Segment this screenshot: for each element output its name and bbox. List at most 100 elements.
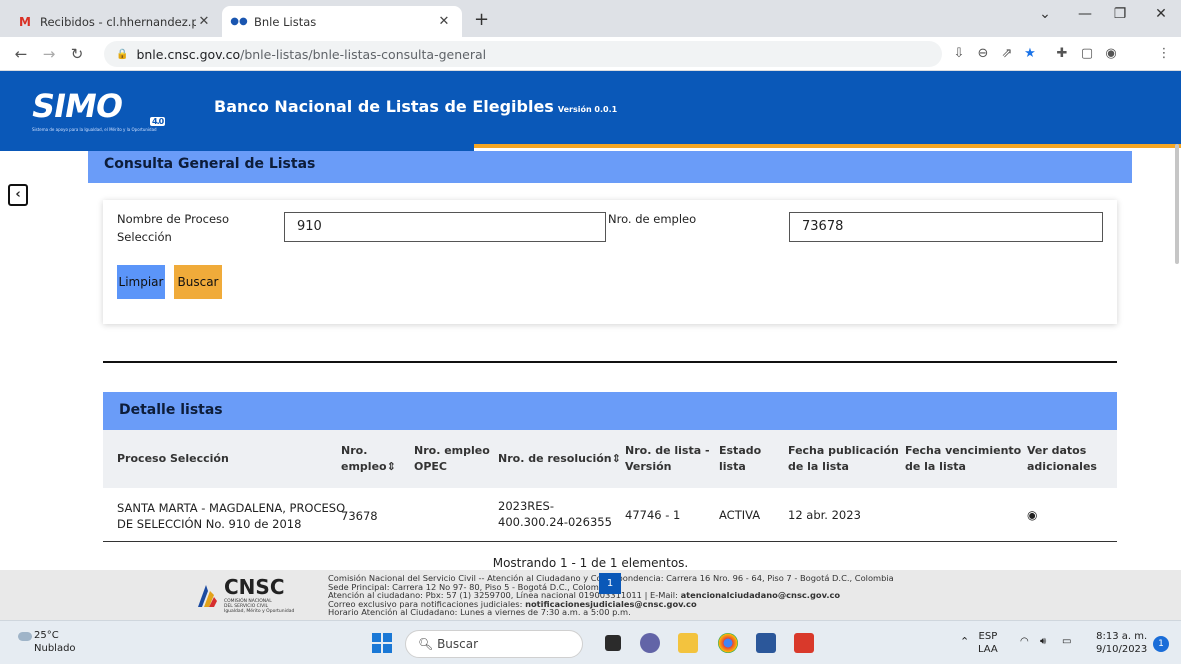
browser-tabstrip: M Recibidos - cl.hhernandez.putum ✕ ●● B… bbox=[0, 0, 1181, 37]
tab-gmail[interactable]: M Recibidos - cl.hhernandez.putum ✕ bbox=[8, 6, 222, 37]
col-estado: Estado lista bbox=[719, 444, 762, 473]
tab-title: Bnle Listas bbox=[254, 14, 317, 29]
lock-icon: 🔒 bbox=[116, 48, 129, 60]
header-stripe-blue bbox=[0, 144, 474, 151]
scrollbar[interactable] bbox=[1174, 144, 1181, 264]
section-divider bbox=[103, 361, 1117, 363]
battery-icon[interactable]: ▭ bbox=[1062, 635, 1071, 648]
url-field[interactable]: 🔒 bnle.cnsc.gov.co/bnle-listas/bnle-list… bbox=[104, 41, 942, 67]
extensions-icon[interactable]: ✚ bbox=[1053, 46, 1071, 61]
col-ver-datos: Ver datos adicionales bbox=[1027, 444, 1097, 473]
page-title-text: Banco Nacional de Listas de Elegibles bbox=[214, 97, 554, 116]
simo-logo-subtitle: Sistema de apoyo para la Igualdad, el Mé… bbox=[32, 127, 157, 132]
url-path: /bnle-listas/bnle-listas-consulta-genera… bbox=[240, 46, 487, 62]
menu-icon[interactable]: ⋮ bbox=[1155, 46, 1173, 61]
weather-temp: 25°C bbox=[34, 630, 59, 641]
wifi-icon[interactable]: ◠ bbox=[1020, 635, 1029, 648]
version-label: Versión 0.0.1 bbox=[557, 105, 618, 114]
volume-icon[interactable]: 🔊︎ bbox=[1040, 635, 1046, 648]
task-view-icon[interactable] bbox=[605, 635, 621, 651]
url-host: bnle.cnsc.gov.co bbox=[136, 46, 241, 62]
detalle-section-header: Detalle listas bbox=[103, 392, 1117, 430]
col-fecha-vencimiento: Fecha vencimiento de la lista bbox=[905, 444, 1022, 473]
reload-icon[interactable]: ↻ bbox=[68, 45, 86, 63]
cell-fecha-publicacion: 12 abr. 2023 bbox=[788, 508, 861, 522]
teams-chat-icon[interactable] bbox=[640, 633, 660, 653]
pagination-info: Mostrando 1 - 1 de 1 elementos. bbox=[492, 556, 689, 570]
address-bar: ← → ↻ 🔒 bnle.cnsc.gov.co/bnle-listas/bnl… bbox=[0, 37, 1181, 71]
language-indicator[interactable]: ESP LAA bbox=[978, 630, 998, 656]
share-icon[interactable]: ⇗ bbox=[998, 46, 1016, 61]
chevron-up-icon[interactable]: ⌃ bbox=[960, 635, 969, 648]
table-row-border bbox=[103, 541, 1117, 542]
tab-search-icon[interactable]: ⌄ bbox=[1035, 6, 1055, 22]
cnsc-logo-text: CNSC bbox=[224, 575, 285, 599]
col-proceso[interactable]: Proceso Selección bbox=[117, 451, 229, 467]
consulta-section-header: Consulta General de Listas bbox=[88, 151, 1132, 183]
page-content: SIMO 4.0 Sistema de apoyo para la Iguald… bbox=[0, 71, 1181, 570]
windows-start-icon[interactable] bbox=[372, 633, 392, 653]
back-icon[interactable]: ← bbox=[12, 45, 30, 63]
sidebar-toggle-chevron-left-icon[interactable]: ‹ bbox=[8, 184, 28, 206]
chrome-icon[interactable] bbox=[718, 633, 738, 653]
limpiar-button[interactable]: Limpiar bbox=[117, 265, 165, 299]
cell-estado: ACTIVA bbox=[719, 508, 761, 522]
cell-proceso: SANTA MARTA - MAGDALENA, PROCESO DE SELEC… bbox=[117, 501, 346, 531]
weather-desc: Nublado bbox=[34, 643, 76, 654]
new-tab-button[interactable]: + bbox=[474, 9, 489, 30]
page-title: Banco Nacional de Listas de Elegibles Ver… bbox=[214, 97, 617, 116]
cnsc-logo-subtitle: COMISIÓN NACIONAL DEL SERVICIO CIVIL Igu… bbox=[224, 599, 295, 614]
profile-avatar-icon[interactable]: ◉ bbox=[1102, 46, 1120, 61]
tab-title: Recibidos - cl.hhernandez.putum bbox=[40, 14, 196, 29]
acrobat-icon[interactable] bbox=[794, 633, 814, 653]
cnsc-logo[interactable]: CNSC COMISIÓN NACIONAL DEL SERVICIO CIVI… bbox=[194, 575, 298, 615]
site-header: SIMO 4.0 Sistema de apoyo para la Iguald… bbox=[0, 71, 1181, 144]
gmail-icon: M bbox=[19, 14, 31, 29]
zoom-icon[interactable]: ⊖ bbox=[974, 46, 992, 61]
close-icon[interactable]: ✕ bbox=[436, 14, 452, 29]
clock[interactable]: 8:13 a. m. 9/10/2023 bbox=[1096, 630, 1147, 656]
col-fecha-publicacion: Fecha publicación de la lista bbox=[788, 444, 899, 473]
cell-empleo: 73678 bbox=[341, 509, 378, 523]
detalle-title: Detalle listas bbox=[119, 402, 223, 418]
side-panel-icon[interactable]: ▢ bbox=[1078, 46, 1096, 61]
cell-lista: 47746 - 1 bbox=[625, 508, 681, 522]
buscar-button[interactable]: Buscar bbox=[174, 265, 222, 299]
cnsc-emblem-icon bbox=[198, 585, 217, 607]
search-icon: 🔍︎ bbox=[418, 637, 434, 651]
close-icon[interactable]: ✕ bbox=[196, 14, 212, 29]
eye-icon[interactable]: ◉ bbox=[1027, 507, 1037, 523]
empleo-input[interactable]: 73678 bbox=[789, 212, 1103, 242]
simo-logo-version: 4.0 bbox=[150, 117, 166, 126]
col-resolucion[interactable]: Nro. de resolución⇕ bbox=[498, 451, 621, 467]
simo-logo[interactable]: SIMO 4.0 Sistema de apoyo para la Iguald… bbox=[29, 87, 166, 132]
proceso-label: Nombre de Proceso Selección bbox=[117, 212, 230, 244]
site-footer: CNSC COMISIÓN NACIONAL DEL SERVICIO CIVI… bbox=[0, 570, 1181, 620]
simo-logo-text: SIMO bbox=[28, 87, 126, 125]
word-icon[interactable] bbox=[756, 633, 776, 653]
minimize-icon[interactable]: — bbox=[1075, 6, 1095, 22]
cloud-icon bbox=[18, 632, 32, 641]
consulta-title: Consulta General de Listas bbox=[104, 156, 316, 172]
bookmark-star-icon[interactable]: ★ bbox=[1021, 46, 1039, 61]
notification-badge[interactable]: 1 bbox=[1153, 636, 1169, 652]
file-explorer-icon[interactable] bbox=[678, 633, 698, 653]
header-stripe-orange bbox=[474, 144, 1181, 148]
windows-taskbar: 25°C Nublado 🔍︎ Buscar ⌃ ESP LAA ◠ 🔊︎ ▭ 8:… bbox=[0, 620, 1181, 664]
proceso-input[interactable]: 910 bbox=[284, 212, 606, 242]
bnle-icon: ●● bbox=[230, 16, 248, 27]
overlay-badge[interactable]: 1 bbox=[599, 573, 621, 594]
col-empleo[interactable]: Nro. empleo⇕ bbox=[341, 443, 396, 475]
close-window-icon[interactable]: ✕ bbox=[1151, 6, 1171, 22]
tab-bnle-listas[interactable]: ●● Bnle Listas ✕ bbox=[222, 6, 462, 37]
table-header: Proceso Selección Nro. empleo⇕ Nro. emple… bbox=[103, 430, 1117, 488]
col-opec: Nro. empleo OPEC bbox=[414, 444, 490, 473]
footer-line-5: Horario Atención al Ciudadano: Lunes a v… bbox=[328, 607, 631, 617]
search-form: Nombre de Proceso Selección 910 Nro. de … bbox=[103, 200, 1117, 324]
forward-icon[interactable]: → bbox=[40, 45, 58, 63]
col-lista: Nro. de lista - Versión bbox=[625, 444, 710, 473]
install-icon[interactable]: ⇩ bbox=[950, 46, 968, 61]
restore-icon[interactable]: ❐ bbox=[1110, 6, 1130, 22]
empleo-label: Nro. de empleo bbox=[608, 212, 697, 226]
taskbar-search[interactable]: 🔍︎ Buscar bbox=[405, 630, 583, 658]
